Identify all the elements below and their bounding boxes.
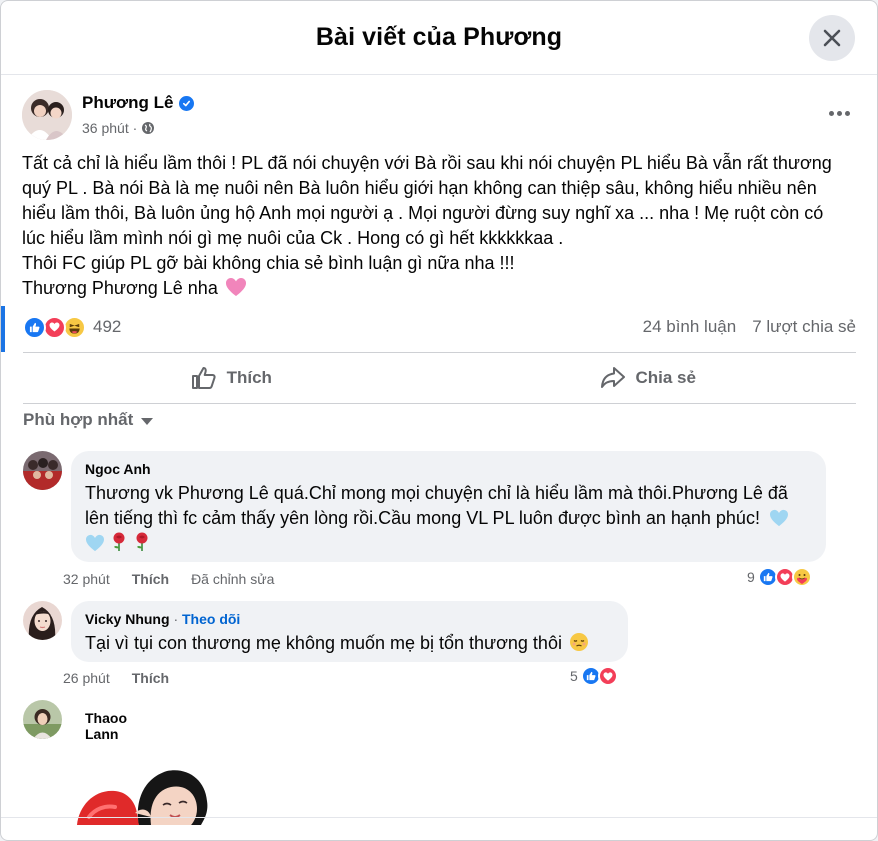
dialog-title: Bài viết của Phương (315, 23, 563, 51)
love-reaction-icon (43, 315, 66, 339)
post-text: Tất cả chỉ là hiểu lầm thôi ! PL đã nói … (22, 151, 867, 301)
share-button[interactable]: Chia sẻ (440, 354, 857, 402)
comment-like-button[interactable]: Thích (132, 571, 169, 587)
scroll-accent (1, 306, 5, 352)
comment-emoji-line (85, 531, 812, 556)
reactions-bar: 492 24 bình luận 7 lượt chia sẻ (23, 313, 856, 341)
bottom-divider (1, 817, 877, 818)
comment-like-button[interactable]: Thích (132, 670, 169, 686)
post-line: hiểu lầm thôi, Bà luôn ủng hộ Anh mọi ng… (22, 203, 824, 223)
commenter-name[interactable]: Ngoc Anh (85, 461, 812, 477)
close-button[interactable] (809, 15, 855, 61)
reaction-summary[interactable]: 492 (23, 315, 121, 339)
post-line-last: Thương Phương Lê nha (22, 276, 867, 301)
hug-sticker-image[interactable] (75, 765, 215, 825)
like-reaction-icon (23, 315, 46, 339)
post-header: Phương Lê 36 phút · (22, 90, 857, 142)
thumbs-up-icon (191, 367, 216, 389)
caret-down-icon (141, 417, 154, 425)
comment-line-text: Tại vì tụi con thương mẹ không muốn mẹ b… (85, 633, 562, 653)
comment-time[interactable]: 32 phút (63, 571, 110, 587)
author-name-text[interactable]: Phương Lê (82, 93, 173, 113)
comment-time[interactable]: 26 phút (63, 670, 110, 686)
reaction-count[interactable]: 492 (93, 317, 121, 337)
sort-label: Phù hợp nhất (23, 410, 134, 429)
rose-emoji-icon (113, 532, 125, 551)
post-time[interactable]: 36 phút · (82, 120, 137, 136)
comment-meta: 32 phút Thích Đã chỉnh sửa (63, 571, 274, 587)
dialog-header: Bài viết của Phương (1, 1, 877, 75)
share-label: Chia sẻ (635, 368, 696, 387)
commenter-avatar[interactable] (23, 700, 62, 739)
pensive-face-emoji-icon (569, 633, 588, 651)
like-button[interactable]: Thích (23, 354, 440, 402)
verified-badge-icon (179, 95, 195, 111)
commenter-avatar[interactable] (23, 451, 62, 490)
comment-line: Thương vk Phương Lê quá.Chỉ mong mọi chu… (85, 483, 788, 503)
comment-bubble: Vicky Nhung · Theo dõi Tại vì tụi con th… (71, 601, 628, 662)
author-avatar[interactable] (22, 90, 72, 140)
post-line: lúc hiểu lầm mình nói gì mẹ nuôi của Ck … (22, 228, 564, 248)
comment-reaction-count: 9 (747, 569, 755, 585)
separator-dot: · (173, 611, 182, 627)
pink-heart-emoji-icon (225, 278, 246, 296)
comment-meta: 26 phút Thích (63, 670, 169, 686)
comment-reaction-count: 5 (570, 668, 578, 684)
haha-reaction-icon (63, 315, 86, 339)
more-dot (828, 110, 834, 116)
rose-emoji-icon (136, 532, 148, 551)
post-line: Tất cả chỉ là hiểu lầm thôi ! PL đã nói … (22, 153, 832, 173)
more-options-button[interactable] (821, 100, 857, 126)
divider (23, 352, 856, 353)
shares-count[interactable]: 7 lượt chia sẻ (752, 317, 856, 337)
care-reaction-icon (791, 567, 812, 587)
post-line-text: Thương Phương Lê nha (22, 278, 218, 298)
edited-label[interactable]: Đã chỉnh sửa (191, 571, 274, 587)
more-dot (836, 110, 842, 116)
share-arrow-icon (600, 367, 625, 388)
post-line: Thôi FC giúp PL gỡ bài không chia sẻ bìn… (22, 253, 515, 273)
blue-heart-emoji-icon (769, 509, 788, 527)
blue-heart-emoji-icon (86, 534, 104, 552)
comment-sort-dropdown[interactable]: Phù hợp nhất (23, 410, 154, 430)
comment-text: Tại vì tụi con thương mẹ không muốn mẹ b… (85, 631, 614, 656)
love-reaction-icon (597, 666, 618, 686)
commenter-name[interactable]: Thaoo Lann (85, 710, 127, 742)
comment-reactions[interactable]: 5 (570, 666, 618, 686)
comment-bubble: Ngoc Anh Thương vk Phương Lê quá.Chỉ mon… (71, 451, 826, 562)
follow-button[interactable]: Theo dõi (182, 611, 240, 627)
comments-count[interactable]: 24 bình luận (643, 317, 737, 337)
commenter-name-row: Vicky Nhung · Theo dõi (85, 611, 614, 627)
close-icon (823, 29, 841, 47)
commenter-avatar[interactable] (23, 601, 62, 640)
post-meta: 36 phút · (82, 120, 155, 136)
comment-reactions[interactable]: 9 (747, 567, 812, 587)
author-name[interactable]: Phương Lê (82, 93, 195, 113)
public-globe-icon (142, 122, 155, 134)
more-dot (844, 110, 850, 116)
comment-line-2: lên tiếng thì fc cảm thấy yên lòng rồi.C… (85, 506, 812, 531)
commenter-name[interactable]: Vicky Nhung (85, 611, 170, 627)
divider (23, 403, 856, 404)
comment-text: Thương vk Phương Lê quá.Chỉ mong mọi chu… (85, 481, 812, 556)
comment-line-text: lên tiếng thì fc cảm thấy yên lòng rồi.C… (85, 508, 760, 528)
like-label: Thích (226, 368, 272, 387)
post-line: quý PL . Bà nói Bà là mẹ nuôi nên Bà luô… (22, 178, 817, 198)
post-stats: 24 bình luận 7 lượt chia sẻ (643, 317, 856, 337)
post-dialog: Bài viết của Phương Phương Lê 36 phút · … (0, 0, 878, 841)
post-actions: Thích Chia sẻ (23, 354, 856, 402)
